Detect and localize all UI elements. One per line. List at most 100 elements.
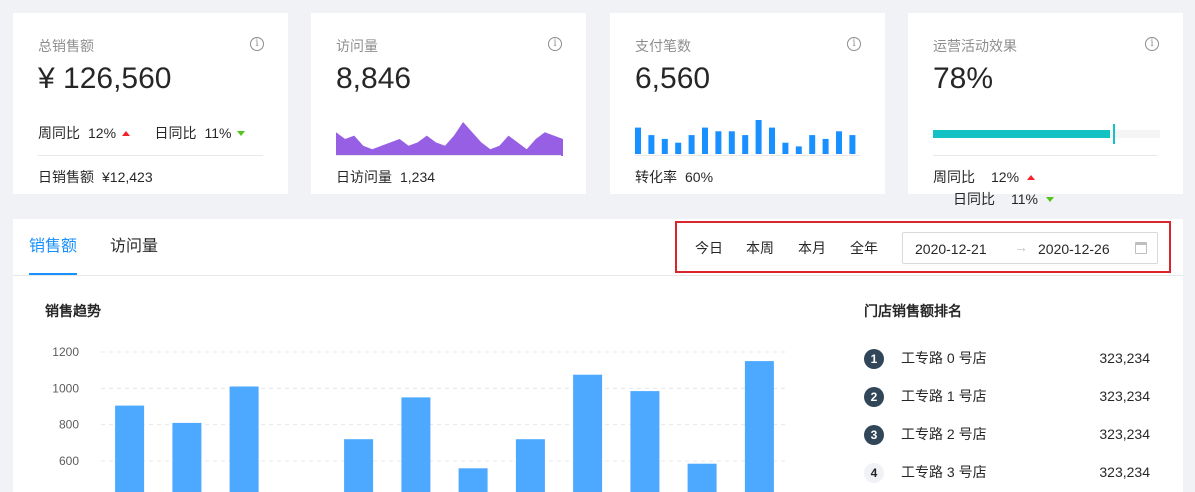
caret-down-icon bbox=[237, 130, 246, 136]
store-name: 工专路 1 号店 bbox=[901, 388, 987, 404]
y-tick-label: 1200 bbox=[52, 345, 79, 359]
sales-bar[interactable] bbox=[344, 439, 374, 492]
payment-bar bbox=[769, 127, 775, 154]
y-tick-label: 1000 bbox=[52, 381, 79, 395]
store-name: 工专路 3 号店 bbox=[901, 464, 987, 480]
card-visits: 访问量 i 8,846 日访问量 1,234 bbox=[311, 13, 586, 194]
trend-label: 日同比 bbox=[953, 191, 995, 207]
start-date[interactable]: 2020-12-21 bbox=[915, 239, 987, 259]
rank-badge: 2 bbox=[864, 387, 884, 407]
trend-day: 日同比 11% bbox=[154, 122, 246, 144]
sales-bar[interactable] bbox=[573, 374, 603, 492]
card-trends: 周同比 12% 日同比 11% bbox=[38, 110, 263, 156]
store-name: 工专路 2 号店 bbox=[901, 426, 987, 442]
caret-up-icon bbox=[122, 130, 131, 136]
info-icon[interactable]: i bbox=[847, 37, 861, 51]
footer-label: 日销售额 bbox=[38, 169, 94, 185]
tab-active-indicator bbox=[29, 273, 77, 275]
store-sales: 323,234 bbox=[1099, 388, 1150, 404]
sales-bar[interactable] bbox=[229, 386, 259, 492]
range-today[interactable]: 今日 bbox=[695, 238, 723, 258]
info-icon[interactable]: i bbox=[548, 37, 562, 51]
range-year[interactable]: 全年 bbox=[850, 238, 878, 258]
sales-bar[interactable] bbox=[458, 468, 488, 492]
payment-bar bbox=[782, 142, 789, 154]
progress-target-marker bbox=[1113, 124, 1116, 144]
sales-bar[interactable] bbox=[172, 422, 202, 492]
sales-bar[interactable] bbox=[515, 439, 545, 492]
trend-title: 销售趋势 bbox=[45, 303, 101, 319]
mini-bar-svg bbox=[635, 120, 856, 154]
payment-bar bbox=[742, 135, 749, 154]
payment-bar bbox=[715, 131, 722, 154]
payment-bar bbox=[702, 127, 708, 154]
caret-down-icon bbox=[1045, 196, 1054, 202]
caret-up-icon bbox=[1027, 174, 1036, 180]
sales-bar[interactable] bbox=[687, 463, 717, 492]
sales-bar[interactable] bbox=[630, 391, 660, 492]
trend-value: 12% bbox=[991, 169, 1020, 185]
info-icon[interactable]: i bbox=[250, 37, 264, 51]
sales-bar[interactable] bbox=[115, 405, 145, 492]
card-campaign: 运营活动效果 i 78% 周同比 12% 日同比 11% bbox=[908, 13, 1183, 207]
payment-bar bbox=[675, 142, 682, 154]
progress-track bbox=[933, 130, 1160, 138]
sales-panel: 销售额 访问量 今日 本周 本月 全年 2020-12-21 → 2020-12… bbox=[13, 219, 1183, 492]
rank-badge: 4 bbox=[864, 463, 884, 483]
mini-bar-chart bbox=[635, 110, 860, 156]
trend-value: 12% bbox=[88, 125, 117, 141]
info-icon[interactable]: i bbox=[1145, 37, 1159, 51]
tab-sales[interactable]: 销售额 bbox=[29, 235, 77, 259]
trend-day: 日同比 11% bbox=[953, 188, 1054, 210]
payment-bar bbox=[648, 135, 655, 154]
date-range-picker[interactable]: 2020-12-21 → 2020-12-26 bbox=[902, 232, 1158, 264]
footer-label: 转化率 bbox=[635, 169, 677, 185]
sales-bar[interactable] bbox=[401, 397, 431, 492]
rank-badge: 1 bbox=[864, 349, 884, 369]
card-value: 6,560 bbox=[635, 62, 711, 95]
visits-area bbox=[336, 122, 563, 156]
card-value: 78% bbox=[933, 62, 994, 95]
tab-visits[interactable]: 访问量 bbox=[110, 235, 158, 259]
sales-bar[interactable] bbox=[744, 361, 774, 492]
card-value: 8,846 bbox=[336, 62, 412, 95]
range-week[interactable]: 本周 bbox=[746, 238, 774, 258]
area-chart-svg bbox=[336, 122, 563, 156]
card-title: 支付笔数 bbox=[635, 38, 691, 54]
mini-area-chart bbox=[336, 110, 563, 156]
payment-bar bbox=[849, 135, 856, 154]
card-title: 访问量 bbox=[336, 38, 378, 54]
trend-label: 周同比 bbox=[933, 169, 975, 185]
card-value: ¥ 126,560 bbox=[38, 62, 172, 95]
sales-bar-chart: 600 800 1000 1200 bbox=[52, 345, 788, 492]
card-total-sales: 总销售额 i ¥ 126,560 周同比 12% 日同比 11% 日销售额 ¥12… bbox=[13, 13, 288, 194]
list-item: 3 工专路 2 号店 323,234 bbox=[864, 423, 1154, 445]
tab-bar: 销售额 访问量 今日 本周 本月 全年 2020-12-21 → 2020-12… bbox=[13, 219, 1183, 276]
store-sales: 323,234 bbox=[1099, 426, 1150, 442]
range-month[interactable]: 本月 bbox=[798, 238, 826, 258]
payment-bar bbox=[635, 127, 641, 154]
list-item: 1 工专路 0 号店 323,234 bbox=[864, 347, 1154, 369]
calendar-icon[interactable] bbox=[1135, 242, 1147, 254]
end-date[interactable]: 2020-12-26 bbox=[1038, 239, 1110, 259]
rank-badge: 3 bbox=[864, 425, 884, 445]
payment-bar bbox=[795, 146, 802, 154]
footer-value: 60% bbox=[685, 169, 714, 185]
y-tick-label: 600 bbox=[59, 454, 79, 468]
payment-bar bbox=[836, 131, 842, 154]
card-footer: 日销售额 ¥12,423 bbox=[38, 155, 263, 188]
trend-week: 周同比 12% bbox=[933, 166, 1036, 188]
trend-value: 11% bbox=[1011, 191, 1038, 207]
trend-label: 日同比 bbox=[154, 125, 197, 141]
store-name: 工专路 0 号店 bbox=[901, 350, 987, 366]
payment-bar bbox=[809, 135, 816, 154]
card-footer: 周同比 12% 日同比 11% bbox=[933, 155, 1158, 210]
y-tick-label: 800 bbox=[59, 418, 79, 432]
payment-bar bbox=[728, 131, 735, 154]
payment-bar bbox=[822, 138, 829, 154]
card-footer: 转化率 60% bbox=[635, 155, 860, 188]
arrow-right-icon: → bbox=[1014, 239, 1028, 255]
footer-label: 日访问量 bbox=[336, 169, 392, 185]
trend-label: 周同比 bbox=[38, 125, 80, 141]
trend-week: 周同比 12% bbox=[38, 122, 131, 144]
